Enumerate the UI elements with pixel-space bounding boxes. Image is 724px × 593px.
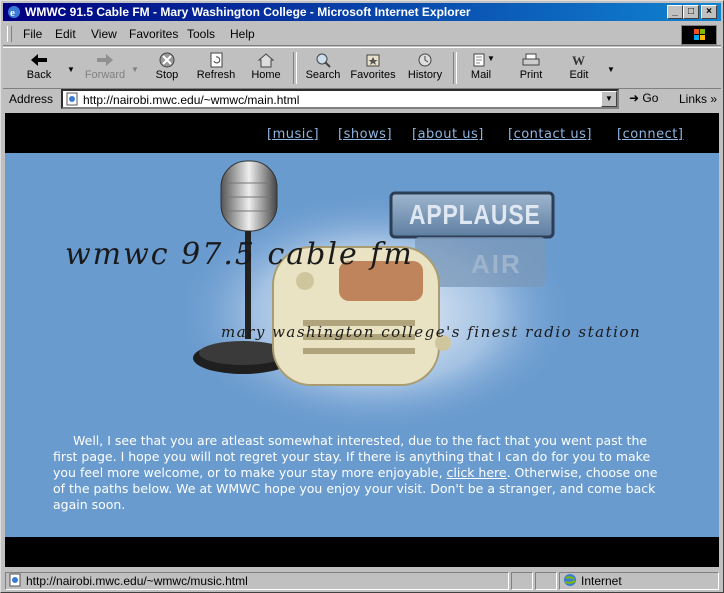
status-cell-empty [535, 572, 557, 590]
address-dropdown-icon[interactable]: ▼ [601, 91, 617, 107]
refresh-label: Refresh [196, 69, 236, 81]
menu-help[interactable]: Help [230, 27, 255, 41]
stop-label: Stop [155, 69, 179, 81]
print-icon [522, 53, 540, 66]
nav-connect-link[interactable]: [connect] [617, 127, 683, 142]
search-label: Search [305, 69, 341, 81]
globe-icon [564, 574, 576, 586]
toolbar-separator [293, 52, 297, 84]
click-here-link[interactable]: click here [447, 465, 507, 480]
toolbar-separator [453, 52, 457, 84]
refresh-button[interactable]: Refresh [193, 50, 239, 86]
home-icon [257, 53, 275, 68]
history-button[interactable]: History [403, 50, 447, 86]
zone-label: Internet [581, 574, 622, 588]
chevron-right-icon: » [710, 92, 718, 106]
nav-about-link[interactable]: [about us] [412, 127, 484, 142]
forward-label: Forward [84, 69, 126, 81]
menu-bar: File Edit View Favorites Tools Help [3, 23, 721, 46]
banner-illustration [175, 160, 575, 433]
back-dropdown-icon[interactable]: ▼ [67, 65, 75, 74]
home-button[interactable]: Home [245, 50, 287, 86]
favorites-icon [366, 54, 380, 67]
back-label: Back [26, 69, 52, 81]
status-text-cell: http://nairobi.mwc.edu/~wmwc/music.html [5, 572, 509, 590]
address-bar: Address http://nairobi.mwc.edu/~wmwc/mai… [3, 89, 721, 109]
favorites-button[interactable]: Favorites [347, 50, 399, 86]
site-banner: APPLAUSE AIR wmwc 97.5 cable fm mary was… [5, 153, 719, 433]
print-button[interactable]: Print [511, 50, 551, 86]
links-label: Links [679, 92, 708, 106]
edit-label: Edit [569, 69, 589, 81]
address-label: Address [9, 92, 54, 106]
nav-music-link[interactable]: [music] [267, 127, 319, 142]
windows-logo-icon [681, 25, 717, 45]
back-button[interactable]: Back [17, 50, 61, 86]
standard-toolbar: Back ▼ Forward ▼ Stop Refresh Home Searc… [3, 47, 721, 89]
sign-text-air: AIR [471, 249, 522, 279]
svg-text:e: e [10, 7, 15, 19]
search-button[interactable]: Search [301, 50, 345, 86]
minimize-button[interactable]: _ [667, 5, 683, 19]
edit-button[interactable]: W Edit [559, 50, 599, 86]
forward-dropdown-icon[interactable]: ▼ [131, 65, 139, 74]
menu-edit[interactable]: Edit [55, 27, 76, 41]
go-button[interactable]: ➜ Go [629, 91, 658, 105]
status-bar: http://nairobi.mwc.edu/~wmwc/music.html … [3, 571, 721, 591]
menubar-grip[interactable] [7, 26, 12, 42]
refresh-icon [210, 52, 223, 68]
stop-icon [159, 52, 175, 68]
page-viewport: [music] [shows] [about us] [contact us] … [5, 113, 719, 567]
address-input[interactable]: http://nairobi.mwc.edu/~wmwc/main.html ▼ [61, 89, 619, 109]
edit-icon: W [572, 53, 585, 68]
forward-button[interactable]: Forward [81, 50, 129, 86]
mail-dropdown-icon[interactable]: ▼ [487, 54, 495, 63]
bottom-band [5, 537, 719, 567]
back-arrow-icon [31, 54, 47, 66]
sign-text-applause: APPLAUSE [409, 199, 541, 230]
ie-logo-icon: e [8, 6, 20, 19]
window-title: WMWC 91.5 Cable FM - Mary Washington Col… [25, 5, 471, 19]
site-title: wmwc 97.5 cable fm [65, 237, 414, 272]
address-url: http://nairobi.mwc.edu/~wmwc/main.html [83, 93, 300, 107]
maximize-button[interactable]: □ [683, 5, 699, 19]
security-zone-cell: Internet [559, 572, 719, 590]
stop-button[interactable]: Stop [147, 50, 187, 86]
status-page-icon [9, 573, 21, 587]
nav-shows-link[interactable]: [shows] [338, 127, 392, 142]
search-icon [316, 53, 331, 68]
page-icon [66, 92, 78, 106]
site-tagline: mary washington college's finest radio s… [221, 323, 642, 341]
status-cell-empty [511, 572, 533, 590]
status-url: http://nairobi.mwc.edu/~wmwc/music.html [26, 574, 248, 588]
print-label: Print [519, 69, 543, 81]
mail-label: Mail [470, 69, 492, 81]
history-label: History [407, 69, 443, 81]
menu-file[interactable]: File [23, 27, 42, 41]
menu-view[interactable]: View [91, 27, 117, 41]
forward-arrow-icon [97, 54, 113, 66]
svg-text:W: W [572, 53, 585, 68]
links-button[interactable]: Links » [679, 92, 717, 106]
close-button[interactable]: × [701, 5, 717, 19]
browser-window: e WMWC 91.5 Cable FM - Mary Washington C… [0, 0, 724, 593]
go-label: Go [642, 91, 659, 105]
nav-contact-link[interactable]: [contact us] [508, 127, 592, 142]
top-nav-band: [music] [shows] [about us] [contact us] … [5, 113, 719, 153]
history-icon [418, 53, 432, 67]
go-arrow-icon: ➜ [629, 91, 640, 105]
menu-favorites[interactable]: Favorites [129, 27, 178, 41]
intro-paragraph: Well, I see that you are atleast somewha… [53, 433, 663, 513]
edit-dropdown-icon[interactable]: ▼ [607, 65, 615, 74]
mail-button[interactable]: Mail [461, 50, 501, 86]
favorites-label: Favorites [350, 69, 396, 81]
home-label: Home [251, 69, 281, 81]
menu-tools[interactable]: Tools [187, 27, 215, 41]
title-bar[interactable]: e WMWC 91.5 Cable FM - Mary Washington C… [3, 3, 721, 21]
